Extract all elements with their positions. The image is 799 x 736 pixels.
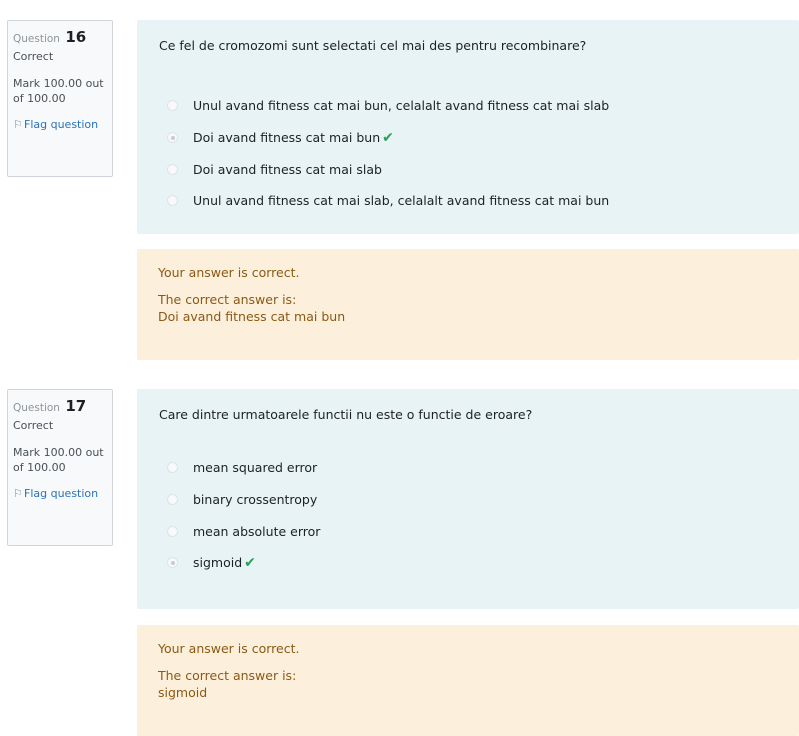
answer-option[interactable]: binary crossentropy [159,484,779,516]
flag-question-link[interactable]: ⚐ Flag question [13,117,106,132]
question-formulation: Ce fel de cromozomi sunt selectati cel m… [137,20,799,234]
flag-question-label[interactable]: Flag question [24,486,98,501]
question-number: 17 [65,397,87,415]
question-number: 16 [65,28,87,46]
answer-radio[interactable] [167,525,178,537]
question-outcome: Your answer is correct. The correct answ… [137,249,799,360]
answer-label[interactable]: Unul avand fitness cat mai bun, celalalt… [193,98,609,113]
question-state: Correct [13,419,54,433]
answer-option[interactable]: Unul avand fitness cat mai bun, celalalt… [159,90,779,122]
question-grade: Mark 100.00 out of 100.00 [13,77,104,106]
right-answer: Doi avand fitness cat mai bun [158,308,346,324]
right-answer-label: The correct answer is: [158,667,297,683]
question-info: Question 16 Correct Mark 100.00 out of 1… [7,20,113,177]
question-label: Question [13,33,60,45]
answer-option[interactable]: Doi avand fitness cat mai slab [159,153,779,185]
right-answer-label: The correct answer is: [158,291,297,307]
answer-label[interactable]: binary crossentropy [193,492,317,507]
answer-radio[interactable] [167,163,178,175]
answer-radio[interactable] [167,462,178,474]
answer-radio[interactable] [167,557,178,569]
answer-label[interactable]: sigmoid [193,555,242,570]
question-state: Correct [13,50,54,64]
answer-label[interactable]: Unul avand fitness cat mai slab, celalal… [193,193,609,208]
question-outcome: Your answer is correct. The correct answ… [137,625,799,736]
flag-icon: ⚐ [13,117,23,131]
right-answer: sigmoid [158,684,208,700]
answer-radio[interactable] [167,195,178,207]
flag-question-label[interactable]: Flag question [24,117,98,132]
question-info: Question 17 Correct Mark 100.00 out of 1… [7,389,113,546]
question-text: Care dintre urmatoarele functii nu este … [159,407,533,422]
question-formulation: Care dintre urmatoarele functii nu este … [137,389,799,609]
answer-option[interactable]: Doi avand fitness cat mai bun ✔ [159,122,779,154]
answer-radio[interactable] [167,100,178,112]
feedback-text: Your answer is correct. [158,641,300,656]
check-icon: ✔ [244,554,256,571]
answer-label[interactable]: mean squared error [193,460,317,475]
check-icon: ✔ [382,129,394,146]
question-grade: Mark 100.00 out of 100.00 [13,446,104,475]
answer-option[interactable]: mean absolute error [159,515,779,547]
answer-list: mean squared error binary crossentropy m… [159,452,779,579]
answer-option[interactable]: Unul avand fitness cat mai slab, celalal… [159,185,779,217]
flag-question-link[interactable]: ⚐ Flag question [13,486,106,501]
answer-label[interactable]: Doi avand fitness cat mai bun [193,130,380,145]
answer-radio[interactable] [167,494,178,506]
answer-list: Unul avand fitness cat mai bun, celalalt… [159,90,779,217]
question-number-row: Question 17 [13,396,106,416]
question-label: Question [13,402,60,414]
question-text: Ce fel de cromozomi sunt selectati cel m… [159,38,587,53]
answer-label[interactable]: mean absolute error [193,524,320,539]
answer-option[interactable]: mean squared error [159,452,779,484]
answer-radio[interactable] [167,132,178,144]
answer-label[interactable]: Doi avand fitness cat mai slab [193,162,382,177]
question-number-row: Question 16 [13,27,106,47]
flag-icon: ⚐ [13,486,23,500]
answer-option[interactable]: sigmoid ✔ [159,547,779,579]
feedback-text: Your answer is correct. [158,265,300,280]
